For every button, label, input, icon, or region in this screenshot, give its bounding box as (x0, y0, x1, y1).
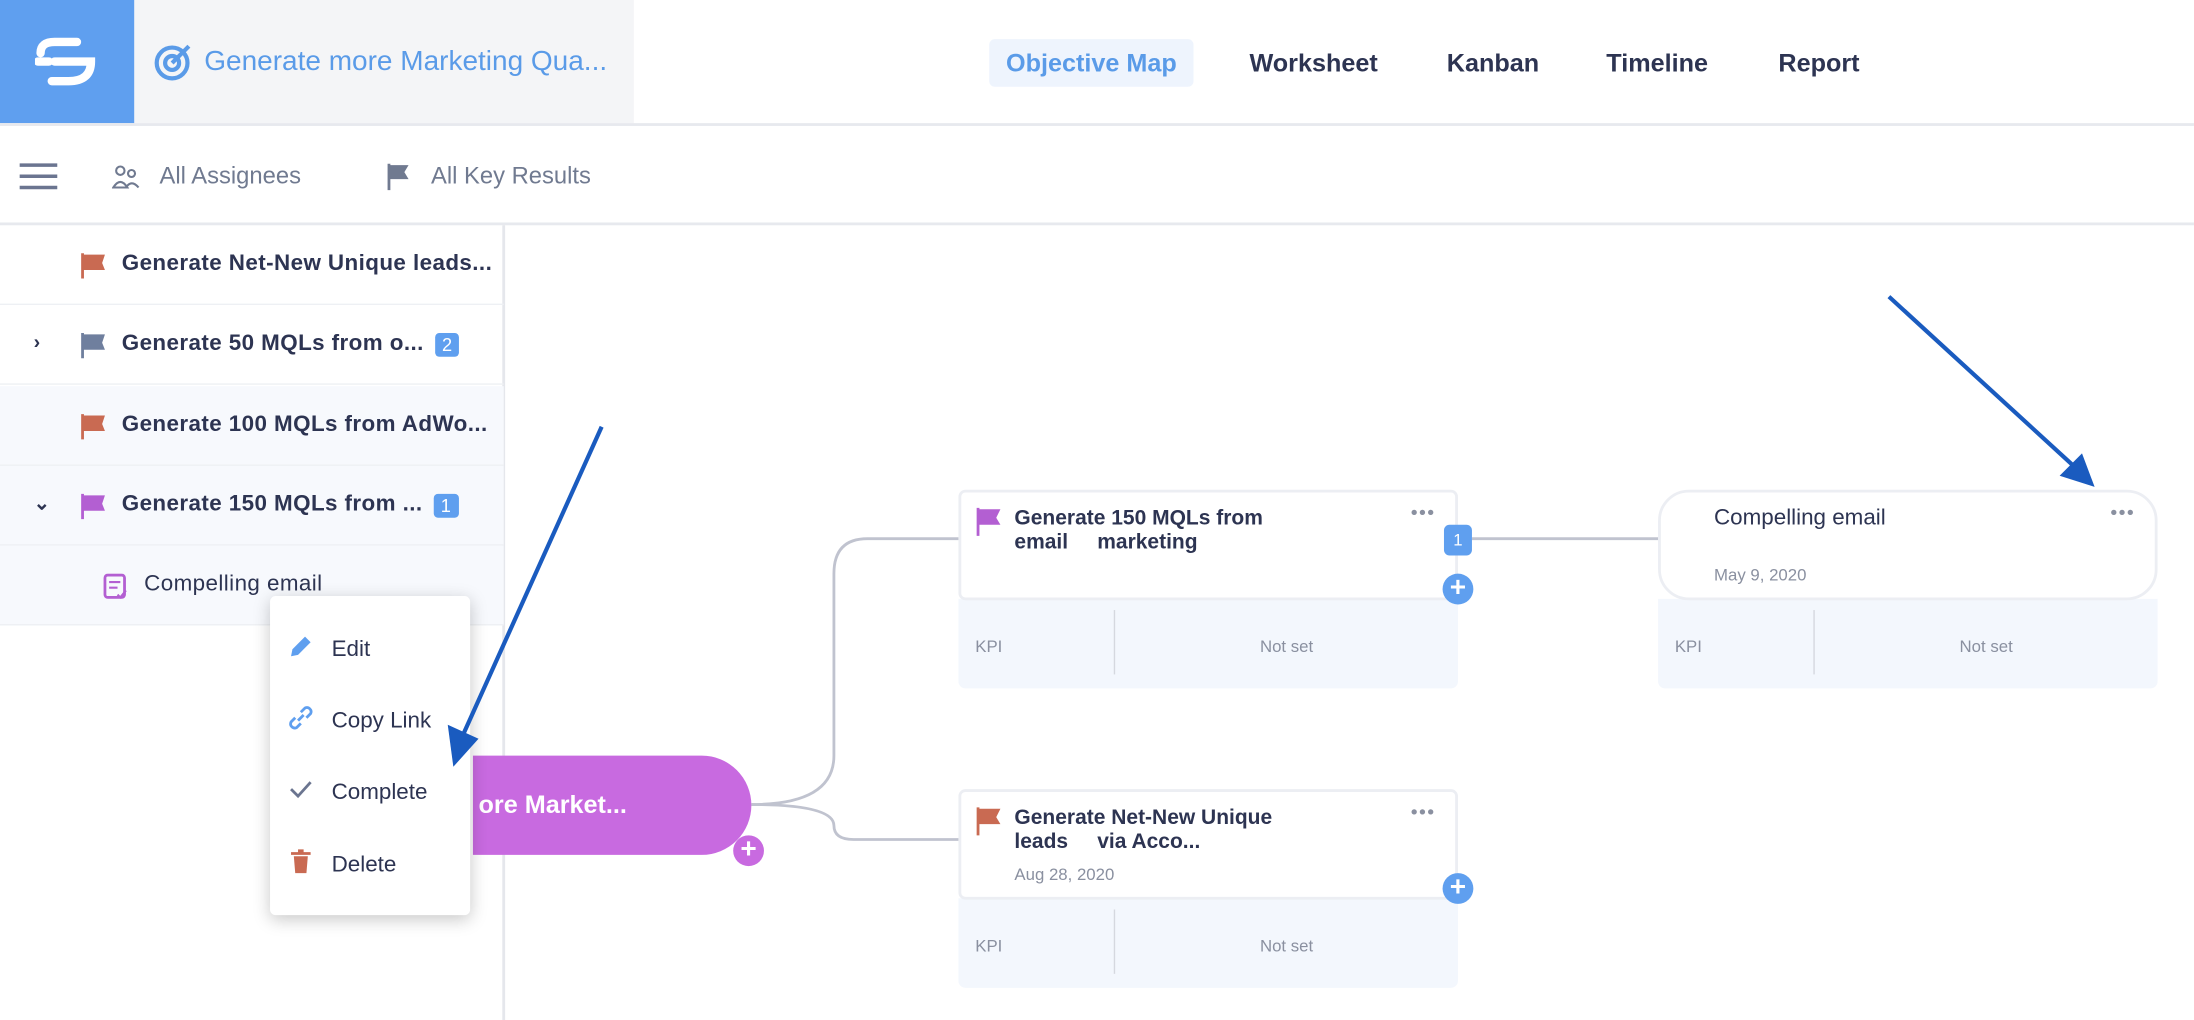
more-options-icon[interactable]: ••• (1411, 800, 1436, 822)
key-result-card[interactable]: Generate 150 MQLs from email marketing •… (958, 489, 1458, 601)
children-count-badge[interactable]: 1 (1443, 524, 1472, 556)
card-title: Generate 150 MQLs from email marketing (1014, 506, 1263, 555)
key-result-card[interactable]: Compelling email ••• May 9, 2020 (1658, 489, 2158, 601)
add-child-button[interactable]: + (733, 835, 764, 867)
link-icon (287, 704, 315, 739)
more-options-icon[interactable]: ••• (1411, 501, 1436, 523)
menu-item-label: Edit (331, 637, 371, 662)
menu-item-delete[interactable]: Delete (287, 848, 396, 883)
menu-item-copy-link[interactable]: Copy Link (287, 704, 431, 739)
pencil-icon (287, 632, 315, 667)
card-title: Compelling email (1714, 506, 1886, 531)
card-date: May 9, 2020 (1714, 565, 1807, 585)
root-objective-node[interactable]: ore Market... (472, 755, 752, 855)
more-options-icon[interactable]: ••• (2110, 501, 2135, 523)
menu-item-complete[interactable]: Complete (287, 775, 428, 810)
add-child-button[interactable]: + (1442, 573, 1474, 605)
check-icon (287, 775, 315, 810)
key-result-card[interactable]: Generate Net-New Unique leads via Acco..… (958, 789, 1458, 900)
card-date: Aug 28, 2020 (1014, 864, 1115, 885)
menu-item-edit[interactable]: Edit (287, 632, 370, 667)
menu-item-label: Delete (331, 852, 397, 877)
card-title: Generate Net-New Unique leads via Acco..… (1014, 805, 1273, 854)
menu-item-label: Complete (331, 780, 428, 804)
trash-icon (287, 848, 315, 883)
menu-item-label: Copy Link (331, 708, 432, 733)
add-child-button[interactable]: + (1442, 872, 1474, 904)
flag-icon (976, 807, 1001, 836)
flag-icon (976, 507, 1001, 536)
